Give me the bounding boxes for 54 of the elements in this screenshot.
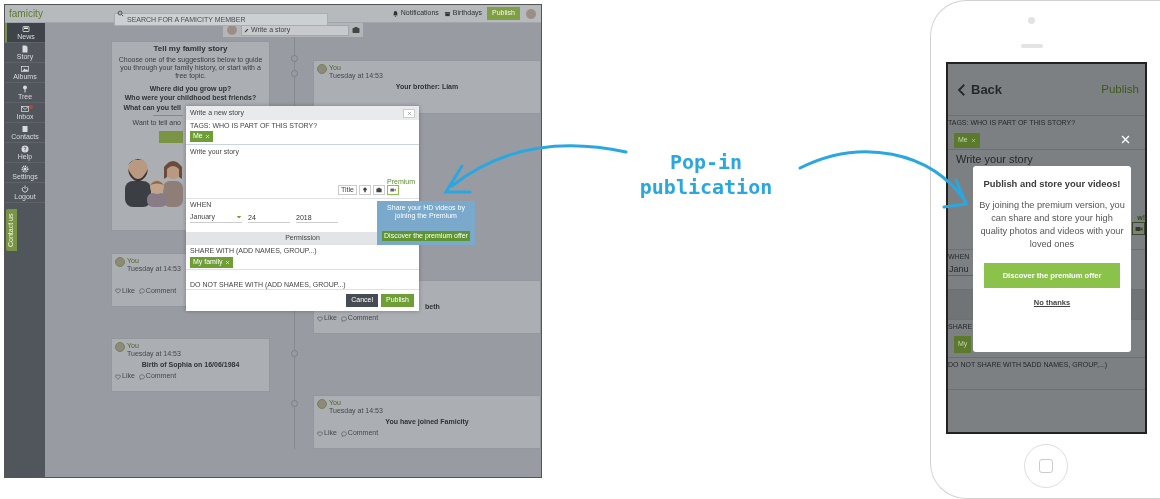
image-icon [21, 65, 29, 73]
lightbulb-icon [362, 187, 368, 193]
video-button[interactable] [1132, 222, 1145, 235]
gift-icon [443, 10, 451, 17]
timeline-node [291, 55, 298, 62]
bell-icon [391, 10, 399, 17]
logo[interactable]: famicity [9, 7, 109, 20]
avatar[interactable] [317, 64, 327, 74]
comment-icon [138, 373, 145, 380]
document-icon [21, 45, 29, 53]
video-icon [390, 187, 396, 193]
idea-button[interactable] [359, 185, 371, 195]
camera-icon[interactable] [352, 26, 360, 34]
heart-icon [115, 288, 121, 295]
tree-icon [21, 85, 29, 93]
back-icon[interactable] [956, 83, 968, 96]
timeline-node [291, 350, 298, 357]
help-icon [21, 145, 29, 153]
close-icon[interactable] [970, 138, 976, 144]
comment-icon [340, 430, 347, 437]
power-icon [21, 185, 29, 193]
callout-text: Pop-in [669, 150, 743, 175]
heart-icon [317, 430, 323, 437]
popup-title: Publish and store your videos! [983, 178, 1121, 190]
story-field[interactable]: Write your story [956, 152, 1066, 166]
search-icon [117, 10, 124, 17]
photo-button[interactable] [373, 185, 385, 195]
camera-lens [1028, 17, 1035, 24]
close-icon [406, 110, 412, 116]
video-button[interactable] [387, 185, 399, 195]
back-button[interactable]: Back [971, 81, 1003, 98]
video-icon [1134, 224, 1143, 233]
settings-icon [21, 165, 29, 173]
popup-text: By joining the premium version, you can share and store your high quality photos and videos with your loved ones [979, 199, 1125, 251]
avatar[interactable] [525, 7, 537, 20]
comment-icon [340, 315, 347, 322]
timeline-node [291, 70, 298, 77]
avatar[interactable] [317, 399, 327, 409]
camera-icon [376, 187, 382, 193]
book-icon [21, 125, 29, 133]
timeline-node [291, 400, 298, 407]
caret-icon [236, 214, 242, 221]
envelope-icon [21, 105, 29, 113]
heart-icon [317, 315, 323, 322]
start-button[interactable] [159, 131, 183, 144]
comment-icon [138, 288, 145, 295]
tray-icon [22, 25, 30, 33]
avatar[interactable] [115, 342, 125, 352]
callout-text: publication [639, 175, 773, 200]
card-title: Tell my family story [152, 44, 229, 54]
close-button[interactable] [403, 108, 415, 118]
pencil-icon [244, 27, 249, 33]
avatar[interactable] [115, 257, 125, 267]
heart-icon [115, 373, 121, 380]
